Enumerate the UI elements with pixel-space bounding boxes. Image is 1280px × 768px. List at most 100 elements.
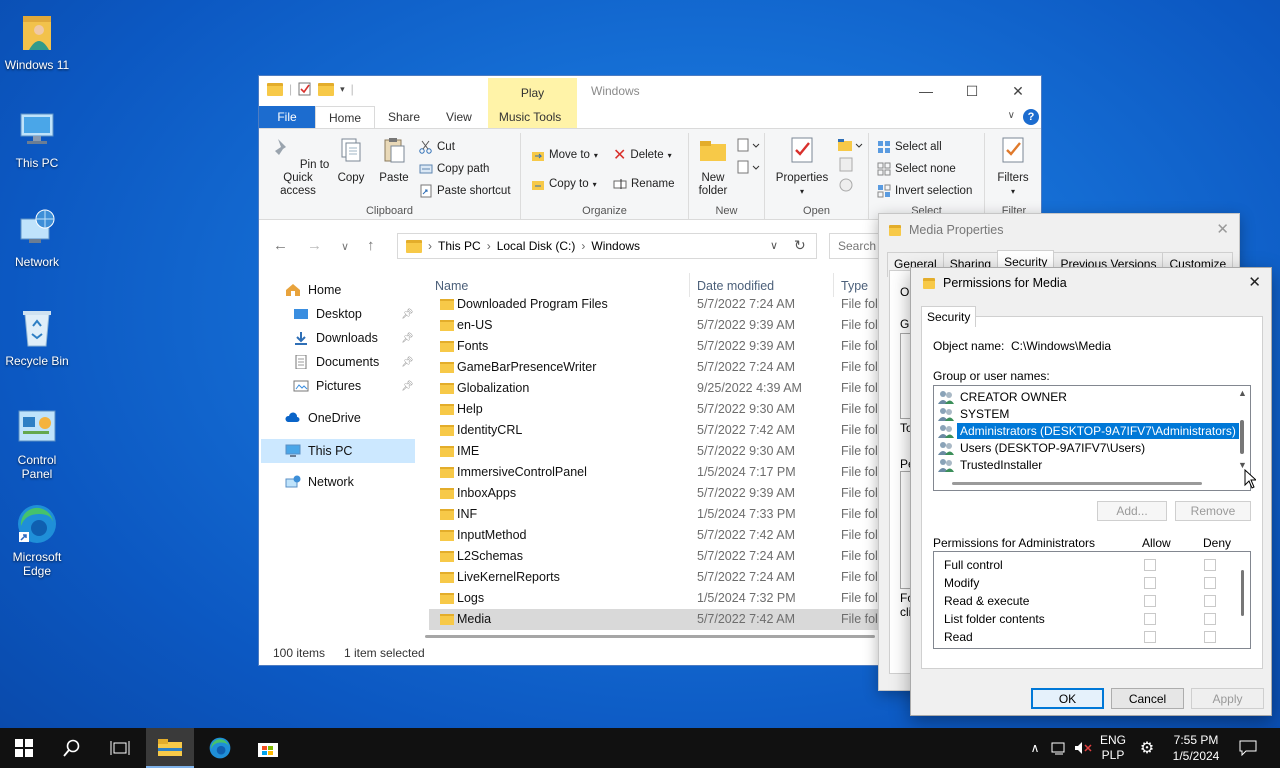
nav-item-desktop[interactable]: Desktop 📌︎ [293, 303, 414, 325]
desktop-icon-edge[interactable]: Microsoft Edge [2, 502, 72, 578]
column-header-name[interactable]: Name [435, 279, 468, 293]
allow-checkbox[interactable] [1144, 577, 1156, 589]
scroll-up-icon[interactable]: ▲ [1238, 388, 1247, 398]
copy-button[interactable]: Copy [333, 135, 369, 185]
select-all-button[interactable]: Select all [877, 137, 942, 157]
taskbar-file-explorer[interactable] [146, 728, 194, 768]
list-item[interactable]: Users (DESKTOP-9A7IFV7\Users) [938, 439, 1148, 456]
minimize-icon[interactable]: — [903, 76, 949, 106]
tab-security[interactable]: Security [921, 306, 977, 327]
apply-button[interactable]: Apply [1191, 688, 1264, 709]
notifications-icon[interactable] [1234, 728, 1262, 768]
delete-button[interactable]: ✕ Delete ▾ [613, 145, 672, 165]
properties-button[interactable]: Properties ▾ [773, 135, 831, 198]
properties-check-icon[interactable] [298, 82, 312, 96]
taskbar-store[interactable] [244, 728, 292, 768]
clock[interactable]: 7:55 PM 1/5/2024 [1164, 728, 1228, 768]
nav-item-onedrive[interactable]: OneDrive [285, 407, 361, 429]
allow-checkbox[interactable] [1144, 613, 1156, 625]
refresh-icon[interactable]: ↻ [794, 237, 806, 254]
settings-gear-icon[interactable]: ⚙ [1134, 728, 1160, 768]
breadcrumb-this-pc[interactable]: This PC [438, 239, 481, 253]
list-item-selected[interactable]: Administrators (DESKTOP-9A7IFV7\Administ… [938, 422, 1239, 439]
deny-checkbox[interactable] [1204, 613, 1216, 625]
new-folder-button[interactable]: New folder [693, 135, 733, 198]
remove-button[interactable]: Remove [1175, 501, 1251, 521]
address-dropdown-icon[interactable]: ∨ [770, 239, 778, 252]
easy-access-icon[interactable] [737, 159, 761, 175]
nav-item-pictures[interactable]: Pictures 📌︎ [293, 375, 414, 397]
desktop-icon-recycle-bin[interactable]: Recycle Bin [2, 306, 72, 368]
nav-item-this-pc[interactable]: This PC [285, 440, 352, 462]
nav-item-downloads[interactable]: Downloads 📌︎ [293, 327, 414, 349]
volume-muted-icon[interactable] [1072, 728, 1094, 768]
nav-item-documents[interactable]: Documents 📌︎ [293, 351, 414, 373]
allow-checkbox[interactable] [1144, 559, 1156, 571]
close-icon[interactable]: ✕ [1216, 220, 1229, 238]
column-header-type[interactable]: Type [841, 279, 868, 293]
desktop-icon-network[interactable]: Network [2, 207, 72, 269]
network-tray-icon[interactable] [1048, 728, 1070, 768]
paste-shortcut-button[interactable]: Paste shortcut [419, 181, 511, 201]
new-folder-icon[interactable] [318, 82, 335, 96]
desktop-icon-this-pc[interactable]: This PC [2, 108, 72, 170]
open-icon[interactable] [837, 137, 863, 153]
desktop-icon-control-panel[interactable]: Control Panel [2, 405, 72, 481]
deny-checkbox[interactable] [1204, 631, 1216, 643]
ok-button[interactable]: OK [1031, 688, 1104, 709]
tab-file[interactable]: File [259, 106, 315, 128]
taskbar-edge[interactable] [196, 728, 244, 768]
filters-button[interactable]: Filters ▾ [993, 135, 1033, 198]
tab-view[interactable]: View [433, 106, 485, 128]
move-to-button[interactable]: Move to ▾ [531, 145, 598, 165]
allow-checkbox[interactable] [1144, 631, 1156, 643]
list-item[interactable]: CREATOR OWNER [938, 388, 1070, 405]
list-item[interactable]: SYSTEM [938, 405, 1012, 422]
add-button[interactable]: Add... [1097, 501, 1167, 521]
copy-to-button[interactable]: Copy to ▾ [531, 174, 597, 194]
language-indicator[interactable]: ENG PLP [1096, 728, 1130, 768]
help-icon[interactable]: ? [1023, 109, 1039, 125]
customize-qat-icon[interactable]: ▾ [340, 84, 345, 95]
task-view-button[interactable] [96, 728, 144, 768]
allow-checkbox[interactable] [1144, 595, 1156, 607]
invert-selection-button[interactable]: Invert selection [877, 181, 972, 201]
deny-checkbox[interactable] [1204, 559, 1216, 571]
close-icon[interactable]: ✕ [995, 76, 1041, 106]
cut-button[interactable]: Cut [419, 137, 455, 157]
nav-item-home[interactable]: Home [285, 279, 341, 301]
horizontal-scrollbar[interactable] [952, 482, 1202, 485]
pin-quick-access-button[interactable]: Pin to Quick access [265, 135, 331, 198]
edit-icon[interactable] [839, 157, 855, 173]
desktop-icon-user-folder[interactable]: Windows 11 [2, 10, 72, 72]
breadcrumb-local-disk[interactable]: Local Disk (C:) [497, 239, 576, 253]
tab-music-tools[interactable]: Music Tools [485, 106, 574, 128]
deny-checkbox[interactable] [1204, 595, 1216, 607]
tab-home[interactable]: Home [315, 106, 376, 128]
select-none-button[interactable]: Select none [877, 159, 956, 179]
up-arrow-icon[interactable]: ↑ [367, 237, 375, 254]
forward-arrow-icon[interactable]: → [307, 237, 322, 254]
new-item-icon[interactable] [737, 137, 761, 153]
column-header-date[interactable]: Date modified [697, 279, 774, 293]
recent-locations-icon[interactable]: ∨ [341, 240, 349, 253]
close-icon[interactable]: ✕ [1248, 273, 1261, 291]
list-item[interactable]: TrustedInstaller [938, 456, 1045, 473]
copy-path-button[interactable]: Copy path [419, 159, 489, 179]
back-arrow-icon[interactable]: ← [273, 237, 288, 254]
cancel-button[interactable]: Cancel [1111, 688, 1184, 709]
vertical-scrollbar[interactable]: ▲ ▼ [1234, 386, 1250, 476]
paste-button[interactable]: Paste [375, 135, 413, 185]
address-bar[interactable]: › This PC › Local Disk (C:) › Windows ∨ … [397, 233, 817, 259]
vertical-scrollbar[interactable] [1241, 570, 1244, 616]
rename-button[interactable]: Rename [613, 174, 674, 194]
history-icon[interactable] [839, 177, 855, 193]
deny-checkbox[interactable] [1204, 577, 1216, 589]
start-button[interactable] [0, 728, 48, 768]
breadcrumb-windows[interactable]: Windows [591, 239, 640, 253]
nav-item-network[interactable]: Network [285, 471, 354, 493]
tab-share[interactable]: Share [375, 106, 433, 128]
ribbon-collapse-icon[interactable]: ∨ [1008, 110, 1015, 121]
maximize-icon[interactable]: ☐ [949, 76, 995, 106]
show-hidden-icons[interactable]: ∧ [1024, 728, 1046, 768]
